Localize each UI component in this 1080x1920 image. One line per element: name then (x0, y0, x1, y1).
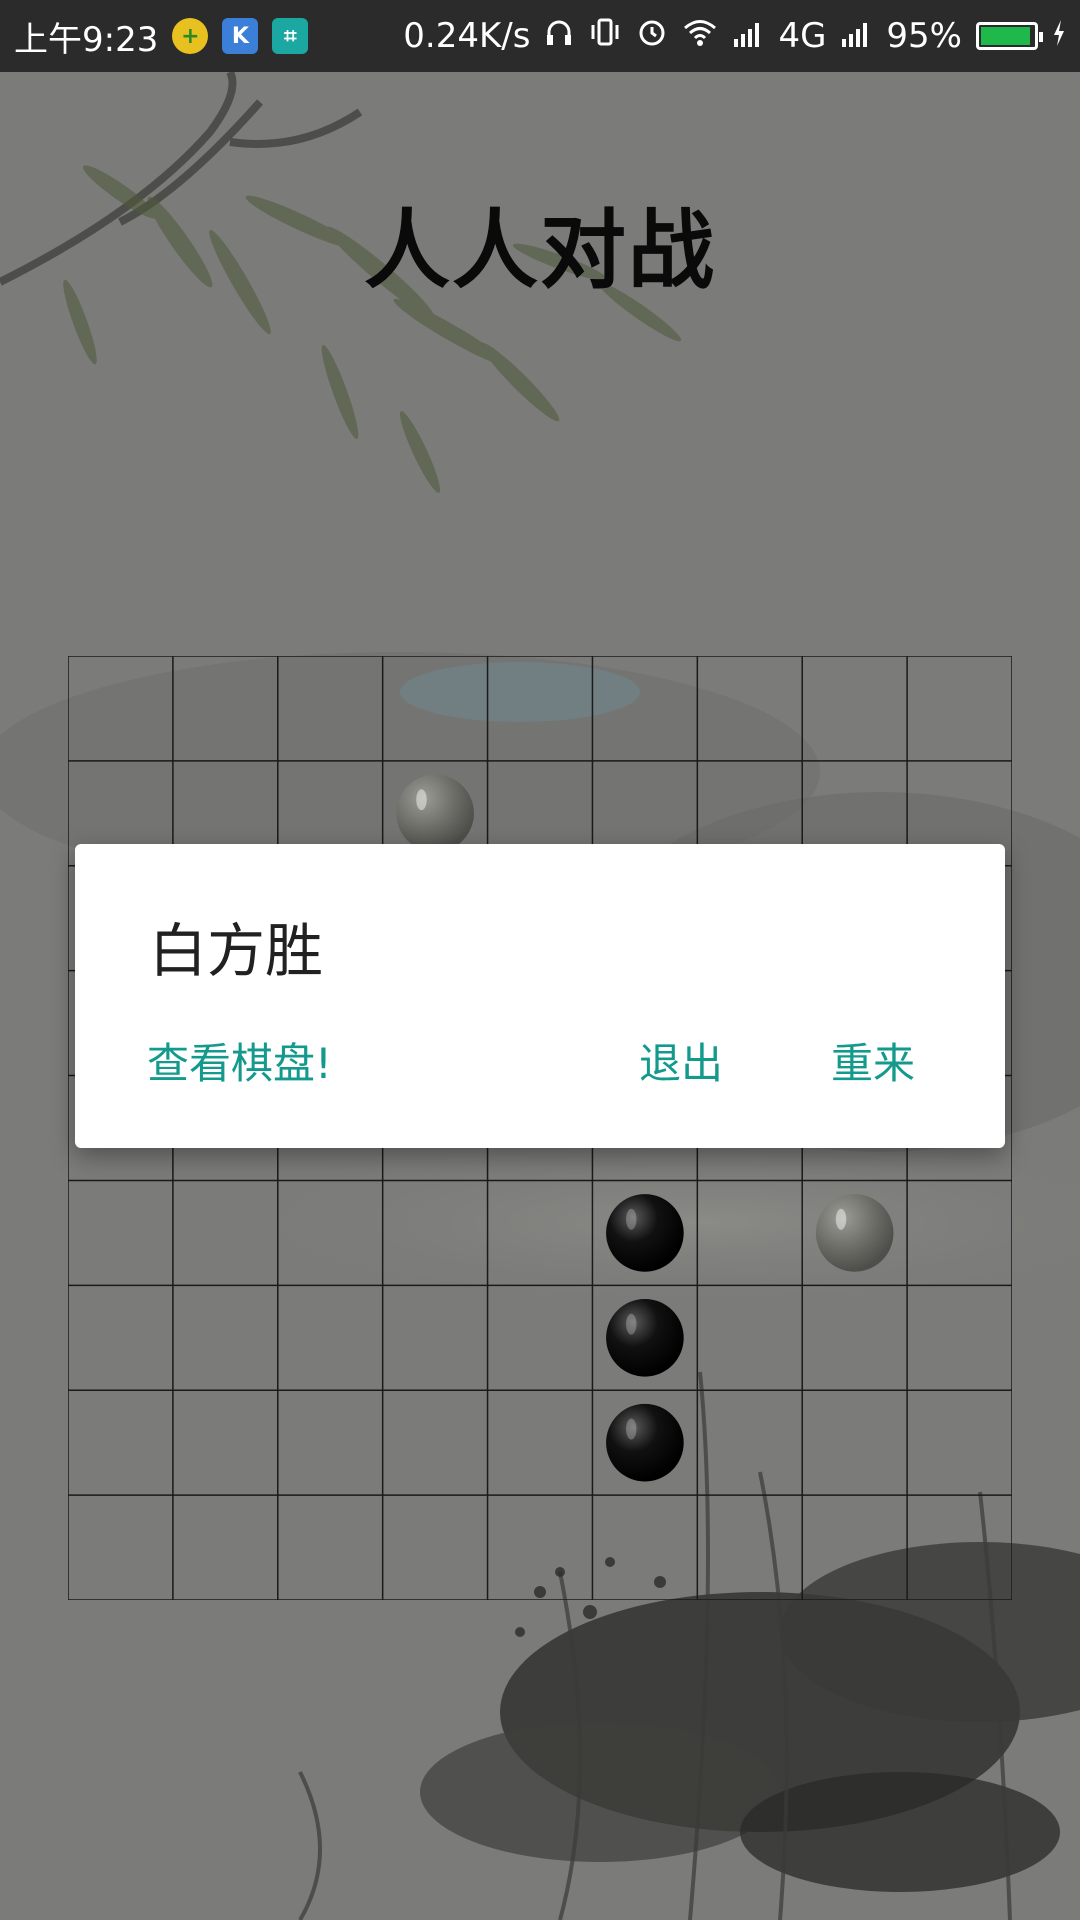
k-app-icon: K (222, 18, 259, 54)
dialog-message: 白方胜 (149, 917, 324, 985)
net-speed: 0.24K/s (403, 16, 531, 56)
white-stone (396, 774, 474, 853)
alarm-icon (636, 16, 668, 57)
stone-highlight (626, 1313, 637, 1335)
stone-highlight (416, 789, 427, 811)
add-circle-icon: + (172, 18, 209, 54)
headphones-icon (544, 16, 574, 56)
status-left: 上午9:23 + K ⌗ (14, 12, 309, 61)
network-type: 4G (778, 16, 827, 56)
view-board-button[interactable]: 查看棋盘! (147, 1030, 332, 1091)
exit-button[interactable]: 退出 (639, 1030, 723, 1091)
restart-button[interactable]: 重来 (831, 1030, 915, 1091)
wifi-icon (682, 16, 718, 56)
status-right: 0.24K/s 4G 95% (403, 16, 1066, 57)
battery-percent: 95% (886, 16, 962, 56)
black-stone (606, 1194, 684, 1272)
vibrate-icon (588, 16, 622, 56)
stone-highlight (835, 1208, 847, 1230)
page-title: 人人对战 (364, 201, 716, 301)
status-time: 上午9:23 (14, 19, 159, 60)
stone-highlight (626, 1418, 637, 1440)
game-result-dialog: 白方胜 查看棋盘! 退出 重来 (75, 844, 1005, 1148)
charging-icon (1052, 16, 1066, 56)
signal-icon (732, 16, 764, 56)
black-stone (606, 1403, 684, 1482)
status-bar: 上午9:23 + K ⌗ 0.24K/s 4G 95% (0, 0, 1080, 72)
battery-icon (976, 22, 1043, 50)
scan-app-icon: ⌗ (272, 18, 309, 54)
white-stone (815, 1194, 894, 1272)
black-stone (606, 1298, 684, 1377)
stone-highlight (626, 1208, 637, 1230)
signal-icon (840, 16, 872, 56)
battery-fill (981, 27, 1031, 45)
screen: 上午9:23 + K ⌗ 0.24K/s 4G 95% 人人对战 白方胜 查看棋… (0, 0, 1080, 1920)
